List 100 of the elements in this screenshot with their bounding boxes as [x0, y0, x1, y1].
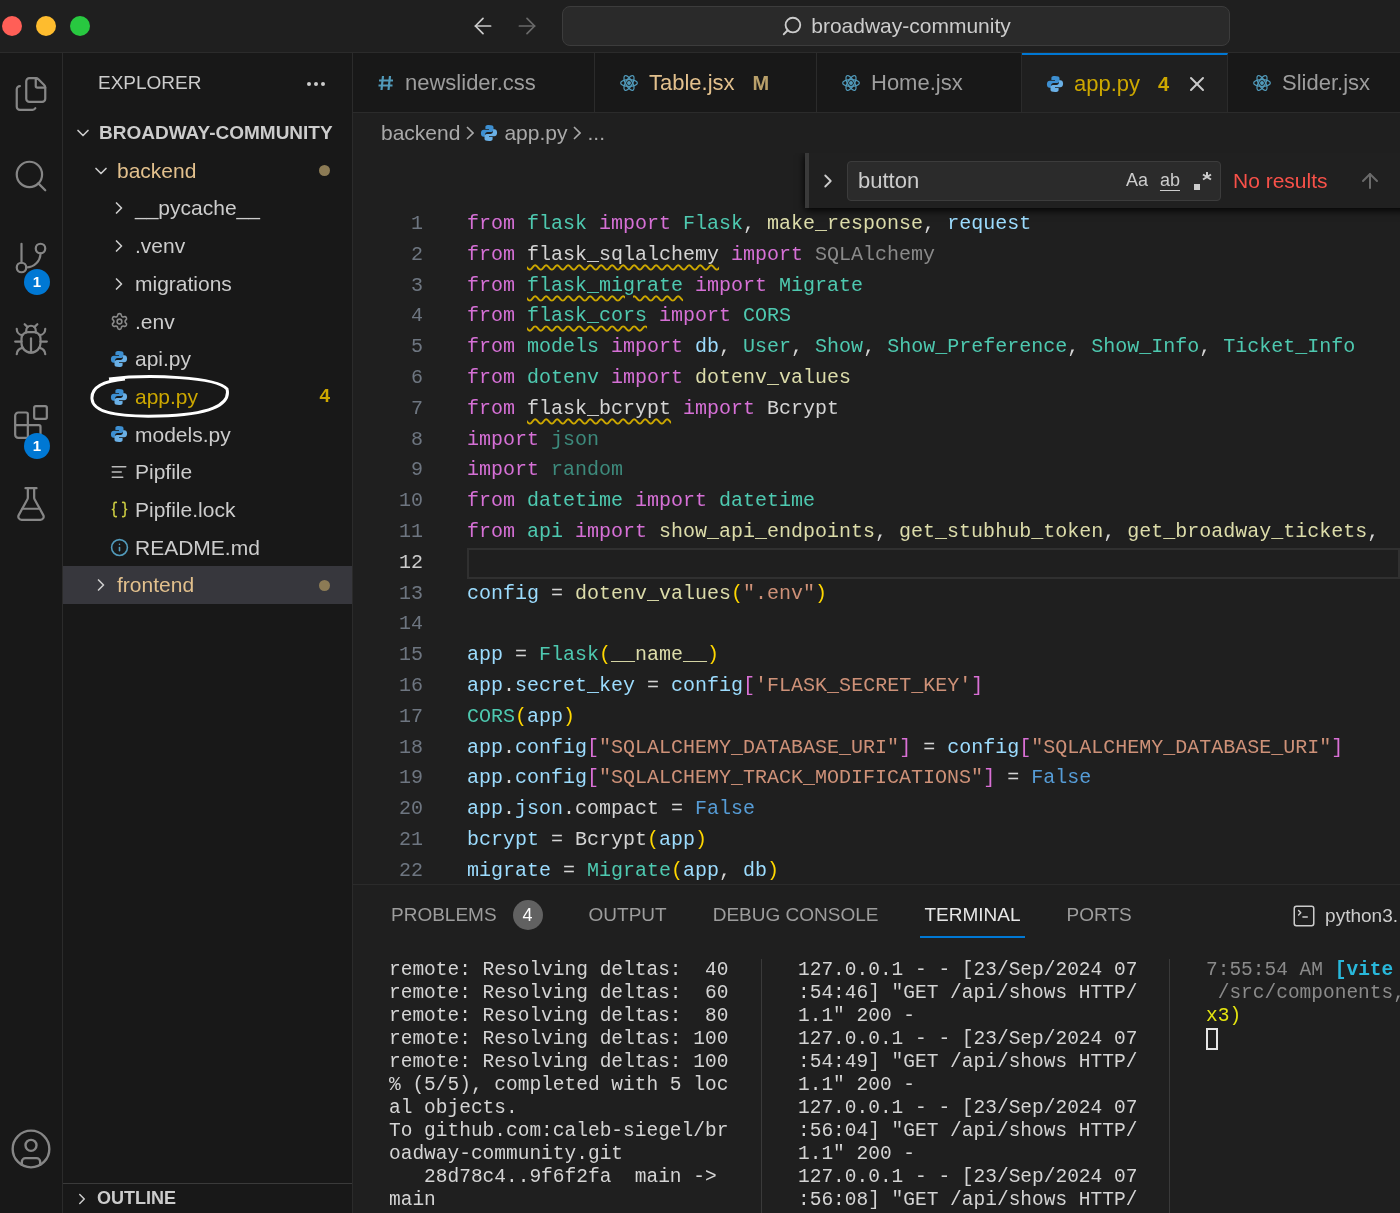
file-item[interactable]: Pipfile — [63, 453, 352, 491]
maximize-window-button[interactable] — [70, 16, 90, 36]
terminal-line: 28d78c4..9f6f2fa main -> — [423, 1166, 718, 1189]
terminal-line: /src/components, — [1216, 982, 1400, 1005]
hash-icon — [377, 73, 395, 92]
command-center[interactable]: broadway-community — [562, 6, 1230, 46]
code-line: from flask_cors import CORS — [467, 303, 793, 330]
folder-item[interactable]: __pycache__ — [63, 189, 352, 228]
terminal-line: :54:46] "GET /api/shows HTTP/ — [798, 982, 1139, 1005]
find-input[interactable]: button Aa ab — [847, 160, 1221, 201]
line-number: 19 — [398, 765, 423, 792]
panel-tab[interactable]: DEBUG CONSOLE — [708, 894, 883, 938]
terminal-icon[interactable] — [1291, 903, 1318, 929]
line-number: 18 — [398, 734, 423, 761]
terminal-line: 1.1" 200 - — [798, 1005, 917, 1028]
terminal-line: 1.1" 200 - — [798, 1074, 917, 1097]
file-item[interactable]: .env — [63, 302, 352, 341]
atom-icon — [1252, 72, 1272, 93]
code-line: from api import show_api_endpoints, get_stubhub_token, get_broadway_tickets, — [467, 518, 1381, 545]
file-item[interactable]: app.py 4 — [63, 377, 352, 416]
braces-icon — [109, 500, 129, 520]
code-line: from flask_bcrypt import Bcrypt — [467, 395, 841, 422]
terminal-line: :56:04] "GET /api/shows HTTP/ — [798, 1120, 1139, 1143]
terminal-line: 127.0.0.1 - - [23/Sep/2024 07 — [798, 1166, 1139, 1189]
minimize-window-button[interactable] — [36, 16, 56, 36]
regex-icon[interactable] — [1192, 169, 1214, 192]
folder-item[interactable]: .venv — [63, 227, 352, 265]
file-item[interactable]: api.py — [63, 340, 352, 378]
gear-icon — [109, 311, 129, 331]
code-line: config = dotenv_values(".env") — [467, 580, 829, 607]
python-file-icon — [110, 349, 128, 368]
line-number: 22 — [398, 857, 423, 884]
code-line: from flask import Flask, make_response, request — [467, 211, 1033, 237]
breadcrumb-item[interactable]: app.py — [504, 117, 568, 149]
terminal-line: 7:55:54 AM [vite — [1206, 959, 1395, 982]
code-line: from datetime import datetime — [467, 488, 817, 515]
breadcrumb-separator-icon — [466, 126, 475, 140]
line-number: 2 — [410, 241, 423, 268]
folder-item[interactable]: backend — [63, 151, 352, 190]
terminal-line: 127.0.0.1 - - [23/Sep/2024 07 — [798, 959, 1139, 982]
panel-tab[interactable]: OUTPUT — [584, 894, 671, 938]
file-item[interactable]: Pipfile.lock — [63, 490, 352, 529]
breadcrumb-item[interactable]: backend — [381, 117, 461, 149]
code-line: app.json.compact = False — [467, 796, 757, 823]
tab-status: 4 — [1158, 71, 1170, 97]
terminal-line: al objects. — [389, 1097, 519, 1120]
terminal-line: x3) — [1206, 1005, 1243, 1028]
terminal-line: To github.com:caleb-siegel/br — [389, 1120, 730, 1143]
panel-tab[interactable]: TERMINAL — [920, 894, 1025, 938]
account-icon[interactable] — [9, 1127, 53, 1171]
folder-item[interactable]: BROADWAY-COMMUNITY — [63, 114, 352, 152]
code-line: from flask_sqlalchemy import SQLAlchemy — [467, 241, 937, 268]
code-line: app.config["SQLALCHEMY_TRACK_MODIFICATIONS"] = False — [467, 765, 1093, 792]
line-number: 17 — [398, 703, 423, 730]
terminal-line: remote: Resolving deltas: 100 — [389, 1028, 730, 1051]
folder-item[interactable]: migrations — [63, 264, 352, 303]
code-line: from models import db, User, Show, Show_Preference, Show_Info, Ticket_Info — [467, 334, 1357, 361]
code-line: from dotenv import dotenv_values — [467, 365, 853, 391]
line-number: 6 — [410, 365, 423, 391]
code-line: migrate = Migrate(app, db) — [467, 857, 781, 884]
terminal-line: remote: Resolving deltas: 60 — [389, 982, 730, 1005]
terminal-line: % (5/5), completed with 5 loc — [389, 1074, 730, 1097]
line-number: 3 — [410, 272, 423, 299]
line-number: 9 — [410, 457, 423, 484]
code-line: import random — [467, 457, 625, 484]
file-item[interactable]: models.py — [63, 415, 352, 454]
code-line: CORS(app) — [467, 703, 577, 730]
breadcrumb-more[interactable]: ... — [587, 117, 605, 149]
outline-section-header[interactable]: OUTLINE — [63, 1183, 352, 1213]
terminal-line: :54:49] "GET /api/shows HTTP/ — [798, 1051, 1139, 1074]
code-line: app.secret_key = config['FLASK_SECRET_KEY'] — [467, 672, 985, 699]
folder-item[interactable]: frontend — [63, 566, 352, 604]
python-file-icon — [1046, 74, 1064, 93]
atom-icon — [841, 72, 861, 93]
panel-tab[interactable]: PORTS — [1062, 894, 1136, 938]
terminal-line: 127.0.0.1 - - [23/Sep/2024 07 — [798, 1028, 1139, 1051]
sidebar-title: EXPLORER — [98, 71, 202, 96]
count-badge: 4 — [512, 900, 543, 930]
panel-tab[interactable]: PROBLEMS 4 — [387, 894, 547, 938]
python-file-icon — [110, 425, 128, 444]
whole-word-toggle[interactable]: ab — [1159, 167, 1180, 194]
close-window-button[interactable] — [2, 16, 22, 36]
code-line: app = Flask(__name__) — [467, 642, 721, 669]
terminal-line: 127.0.0.1 - - [23/Sep/2024 07 — [798, 1097, 1139, 1120]
python-file-icon — [110, 387, 128, 406]
file-item[interactable]: README.md — [63, 528, 352, 567]
notification-badge: 1 — [24, 269, 50, 295]
editor-tab[interactable]: app.py 4 — [1022, 53, 1228, 112]
blocks-icon[interactable] — [12, 403, 50, 441]
line-number: 14 — [398, 611, 423, 638]
tab-status: M — [752, 70, 770, 96]
line-number: 11 — [398, 518, 423, 545]
problem-count: 4 — [319, 384, 330, 409]
find-result: No results — [1233, 167, 1328, 194]
terminal-name[interactable]: python3. — [1325, 901, 1398, 931]
code-line: from flask_migrate import Migrate — [467, 272, 865, 299]
terminal-line: main — [389, 1189, 437, 1212]
line-number: 7 — [410, 395, 423, 422]
match-case-toggle[interactable]: Aa — [1125, 167, 1148, 194]
terminal-line: remote: Resolving deltas: 100 — [389, 1051, 730, 1074]
